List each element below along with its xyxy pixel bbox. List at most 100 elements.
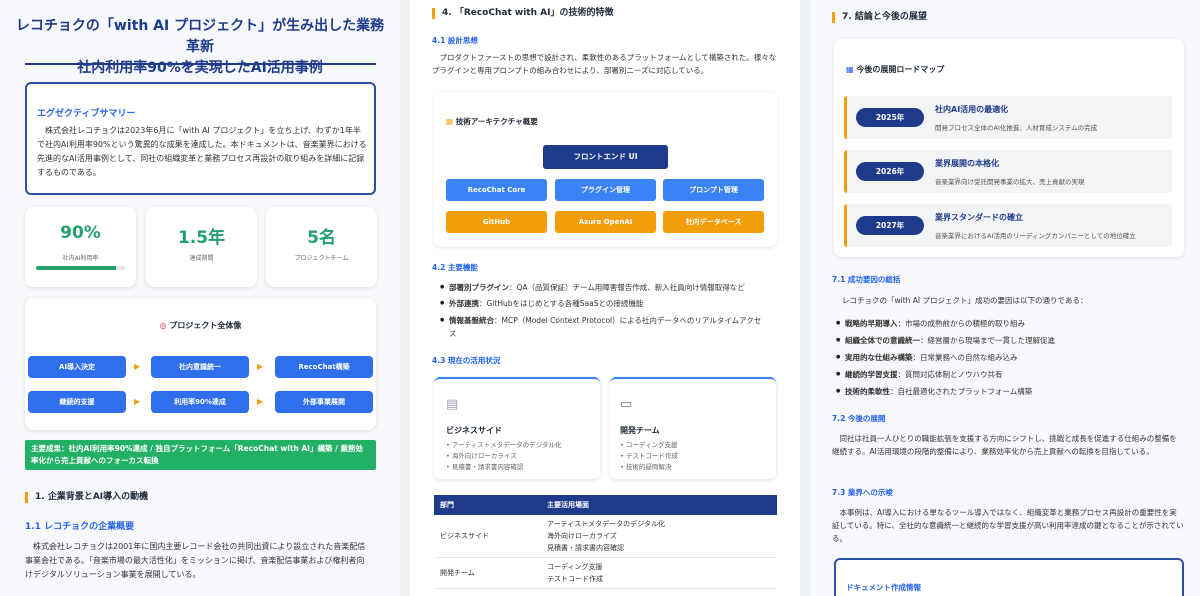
arch-heading: ▦ 技術アーキテクチャ概要 — [446, 117, 538, 126]
roadmap-desc: 音楽業界におけるAI活用のリーディングカンパニーとしての地位確立 — [935, 232, 1136, 240]
implication-text: 本事例は、AI導入における単なるツール導入ではなく、組織変革と業務プロセス再設計… — [832, 508, 1184, 543]
roadmap-year: 2026年 — [856, 162, 924, 181]
usecase-item: • アーティストメタデータのデジタル化 — [446, 441, 562, 449]
usecase-title: ビジネスサイド — [446, 426, 502, 435]
usecase-item: • コーディング支援 — [620, 441, 678, 449]
table-cell: アーティストメタデータのデジタル化 海外向けローカライズ 見積書・請求書内容確認 — [541, 515, 777, 558]
subsection-heading: 7.1 成功要因の総括 — [832, 275, 901, 284]
page-title: レコチョクの「with AI プロジェクト」が生み出した業務革新 社内利用率90… — [10, 16, 390, 79]
subsection-heading: 4.1 設計思想 — [432, 36, 478, 45]
subsection-heading: 1.1 レコチョクの企業概要 — [25, 522, 135, 532]
usecase-item: • 技術的疑問解決 — [620, 463, 672, 471]
flow-step: AI導入決定 — [28, 356, 126, 378]
title-line-1: レコチョクの「with AI プロジェクト」が生み出した業務革新 — [15, 18, 385, 55]
table-row: ビジネスサイド アーティストメタデータのデジタル化 海外向けローカライズ 見積書… — [434, 515, 777, 558]
usage-progress-fill — [36, 266, 117, 270]
flow-step: 外部事業展開 — [275, 391, 373, 413]
table-header: 部門 — [434, 495, 541, 515]
page-right: 7. 結論と今後の展望 ▦ 今後の展開ロードマップ 2025年 社内AI活用の最… — [810, 0, 1200, 596]
arrow-right-icon: ▶ — [257, 397, 264, 406]
design-text: プロダクトファーストの思想で設計され、柔軟性のあるプラットフォームとして構築され… — [432, 53, 777, 75]
roadmap-title: 社内AI活用の最適化 — [935, 105, 1009, 114]
arrow-right-icon: ▶ — [134, 397, 141, 406]
usecase-card-dev: ▭ 開発チーム • コーディング支援 • テストコード作成 • 技術的疑問解決 — [610, 377, 776, 479]
laptop-icon: ▭ — [620, 397, 633, 412]
roadmap-desc: 音楽業界向け受託開発事業の拡大、売上貢献の実現 — [935, 178, 1085, 186]
subsection-heading: 4.3 現在の活用状況 — [432, 356, 501, 365]
future-text: 同社は社員一人ひとりの職能拡張を支援する方向にシフトし、挑戦と成長を促進する仕組… — [832, 434, 1177, 456]
project-overview-card: ◎ プロジェクト全体像 AI導入決定 ▶ 社内意識統一 ▶ RecoChat構築… — [25, 298, 376, 430]
roadmap-row: 2026年 業界展開の本格化 音楽業界向け受託開発事業の拡大、売上貢献の実現 — [844, 150, 1172, 193]
usage-table: 部門 主要活用場面 ビジネスサイド アーティストメタデータのデジタル化 海外向け… — [434, 495, 777, 589]
title-rule — [25, 63, 376, 65]
flow-step: 社内意識統一 — [151, 356, 249, 378]
roadmap-card: ▦ 今後の展開ロードマップ 2025年 社内AI活用の最適化 開発プロセス全体の… — [834, 39, 1184, 257]
calendar-icon: ▦ — [846, 65, 854, 74]
flow-step: 利用率90%達成 — [151, 391, 249, 413]
arrow-right-icon: ▶ — [257, 362, 264, 371]
doc-info-box: ドキュメント作成情報 — [834, 558, 1184, 596]
kpi-label: 達成期間 — [189, 255, 214, 262]
document-icon: ▤ — [446, 397, 459, 412]
table-cell: コーディング支援 テストコード作成 — [541, 557, 777, 589]
section-heading: 7. 結論と今後の展望 — [832, 12, 927, 23]
success-factor: 実用的な仕組み構築：日常業務への自然な組み込み — [836, 351, 1018, 364]
executive-summary: エグゼクティブサマリー 株式会社レコチョクは2023年6月に「with AI プ… — [25, 82, 376, 195]
overview-heading: ◎ プロジェクト全体像 — [159, 321, 242, 330]
kpi-card-period: 1.5年 達成期間 — [146, 207, 257, 287]
feature-item: 情報基盤統合：MCP（Model Context Protocol）による社内デ… — [440, 314, 765, 340]
page-middle: 4. 「RecoChat with AI」の技術的特徴 4.1 設計思想 プロダ… — [410, 0, 800, 596]
kpi-label: 社内AI利用率 — [62, 255, 99, 262]
table-row: 開発チーム コーディング支援 テストコード作成 — [434, 557, 777, 589]
feature-item: 外部連携：GitHubをはじめとする各種SaaSとの接続機能 — [440, 297, 775, 310]
table-header: 主要活用場面 — [541, 495, 777, 515]
arch-github: GitHub — [446, 211, 547, 233]
success-factor: 技術的柔軟性：自社最適化されたプラットフォーム構築 — [836, 385, 1032, 398]
architecture-card: ▦ 技術アーキテクチャ概要 フロントエンド UI RecoChat Core プ… — [434, 92, 777, 247]
feature-item: 部署別プラグイン：QA（品質保証）チーム用障害報告作成、新入社員向け情報取得など — [440, 281, 775, 294]
kpi-card-usage: 90% 社内AI利用率 — [25, 207, 136, 287]
subsection-heading: 7.2 今後の展開 — [832, 414, 886, 423]
building-icon: ▦ — [446, 117, 454, 126]
summary-heading: エグゼクティブサマリー — [37, 109, 136, 119]
usecase-item: • 見積書・請求書内容確認 — [446, 463, 524, 471]
kpi-label: プロジェクトチーム — [294, 255, 349, 262]
roadmap-heading: ▦ 今後の展開ロードマップ — [846, 65, 945, 74]
flow-step: 継続的支援 — [28, 391, 126, 413]
arrow-right-icon: ▶ — [134, 362, 141, 371]
usecase-card-business: ▤ ビジネスサイド • アーティストメタデータのデジタル化 • 海外向けローカラ… — [434, 377, 600, 479]
arch-azure: Azure OpenAI — [555, 211, 656, 233]
success-factor: 戦略的早期導入：市場の成熟前からの積極的取り組み — [836, 317, 1025, 330]
usecase-title: 開発チーム — [620, 426, 660, 435]
section-heading: 1. 企業背景とAI導入の動機 — [25, 492, 148, 503]
success-factor: 組織全体での意識統一：経営層から現場まで一貫した理解促進 — [836, 334, 1055, 347]
success-factor: 継続的学習支援：質問対応体制とノウハウ共有 — [836, 368, 1003, 381]
subsection-heading: 4.2 主要機能 — [432, 263, 478, 272]
subsection-heading: 7.3 業界への示唆 — [832, 488, 893, 497]
usage-progress-bar — [36, 266, 125, 270]
flow-step: RecoChat構築 — [275, 356, 373, 378]
target-icon: ◎ — [159, 321, 167, 330]
roadmap-desc: 開発プロセス全体のAI化推進、人材育成システムの完成 — [935, 124, 1098, 132]
arch-core: RecoChat Core — [446, 179, 547, 201]
summary-text: 株式会社レコチョクは2023年6月に「with AI プロジェクト」を立ち上げ、… — [37, 126, 367, 177]
title-line-2: 社内利用率90%を実現したAI活用事例 — [77, 60, 323, 76]
arch-frontend: フロントエンド UI — [543, 145, 668, 169]
table-cell: 開発チーム — [434, 557, 541, 589]
roadmap-title: 業界展開の本格化 — [935, 159, 999, 168]
kpi-value: 1.5年 — [177, 228, 226, 248]
arch-plugin: プラグイン管理 — [555, 179, 656, 201]
roadmap-row: 2025年 社内AI活用の最適化 開発プロセス全体のAI化推進、人材育成システム… — [844, 96, 1172, 139]
page-left: レコチョクの「with AI プロジェクト」が生み出した業務革新 社内利用率90… — [0, 0, 400, 596]
kpi-value: 90% — [60, 223, 101, 243]
arch-database: 社内データベース — [663, 211, 764, 233]
arch-prompt: プロンプト管理 — [663, 179, 764, 201]
usecase-item: • 海外向けローカライズ — [446, 452, 517, 460]
key-results-banner: 主要成果：社内AI利用率90%達成 / 独自プラットフォーム「RecoChat … — [25, 440, 376, 470]
roadmap-row: 2027年 業界スタンダードの確立 音楽業界におけるAI活用のリーディングカンパ… — [844, 204, 1172, 247]
doc-info-heading: ドキュメント作成情報 — [846, 583, 921, 592]
table-cell: ビジネスサイド — [434, 515, 541, 558]
section-heading: 4. 「RecoChat with AI」の技術的特徴 — [432, 8, 613, 19]
company-overview-text: 株式会社レコチョクは2001年に国内主要レコード会社の共同出資により設立された音… — [25, 542, 366, 579]
roadmap-year: 2027年 — [856, 216, 924, 235]
